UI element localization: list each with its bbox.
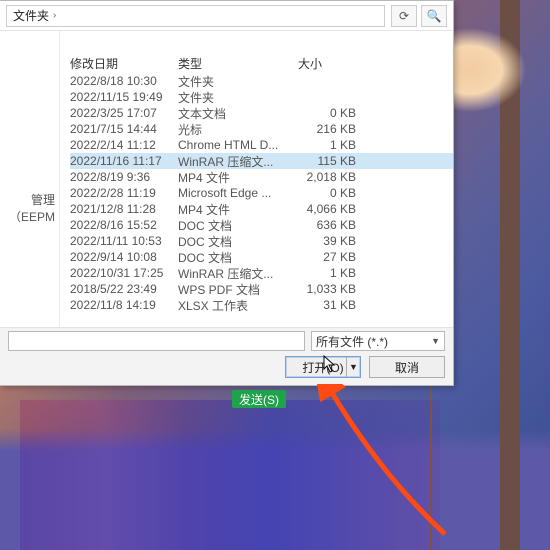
table-row[interactable]: 2022/11/15 19:49文件夹 [70, 89, 453, 105]
cell-date: 2022/10/31 17:25 [70, 266, 178, 280]
cell-type: Chrome HTML D... [178, 138, 298, 152]
table-row[interactable]: 2022/2/14 11:12Chrome HTML D...1 KB [70, 137, 453, 153]
table-row[interactable]: 2021/12/8 11:28MP4 文件4,066 KB [70, 201, 453, 217]
chevron-down-icon: ▼ [431, 336, 440, 346]
file-list-area: 修改日期 类型 大小 2022/8/18 10:30文件夹2022/11/15 … [60, 31, 453, 331]
cell-type: MP4 文件 [178, 201, 298, 218]
sidebar: 管理（EEPM [0, 31, 60, 331]
cell-size: 636 KB [298, 218, 360, 232]
filter-label: 所有文件 (*.*) [316, 333, 388, 350]
search-button[interactable]: 🔍 [421, 5, 447, 27]
send-button[interactable]: 发送(S) [232, 390, 286, 408]
cell-size: 0 KB [298, 106, 360, 120]
column-headers: 修改日期 类型 大小 [70, 55, 360, 72]
open-button[interactable]: 打开(O) ▼ [285, 356, 361, 378]
cell-type: WPS PDF 文档 [178, 281, 298, 298]
table-row[interactable]: 2022/3/25 17:07文本文档0 KB [70, 105, 453, 121]
cell-size: 216 KB [298, 122, 360, 136]
cell-date: 2022/8/16 15:52 [70, 218, 178, 232]
chevron-right-icon: › [53, 10, 56, 21]
cell-date: 2022/3/25 17:07 [70, 106, 178, 120]
table-row[interactable]: 2018/5/22 23:49WPS PDF 文档1,033 KB [70, 281, 453, 297]
header-type[interactable]: 类型 [178, 55, 298, 72]
cell-date: 2022/9/14 10:08 [70, 250, 178, 264]
cell-type: 文件夹 [178, 89, 298, 106]
cell-size: 1 KB [298, 266, 360, 280]
cell-date: 2022/2/28 11:19 [70, 186, 178, 200]
dialog-bottom: 所有文件 (*.*) ▼ 打开(O) ▼ 取消 [0, 327, 453, 385]
sidebar-item-label[interactable]: 管理（EEPM [9, 193, 55, 224]
cell-type: WinRAR 压缩文... [178, 265, 298, 282]
table-row[interactable]: 2022/9/14 10:08DOC 文档27 KB [70, 249, 453, 265]
cell-size: 1,033 KB [298, 282, 360, 296]
table-row[interactable]: 2022/11/16 11:17WinRAR 压缩文...115 KB [70, 153, 453, 169]
cell-date: 2022/11/8 14:19 [70, 298, 178, 312]
cancel-button[interactable]: 取消 [369, 356, 445, 378]
search-icon: 🔍 [427, 9, 442, 23]
cell-date: 2021/12/8 11:28 [70, 202, 178, 216]
cell-size: 31 KB [298, 298, 360, 312]
cell-type: MP4 文件 [178, 169, 298, 186]
cell-date: 2022/8/19 9:36 [70, 170, 178, 184]
cell-date: 2022/11/16 11:17 [70, 154, 178, 168]
cell-date: 2022/11/11 10:53 [70, 234, 178, 248]
open-button-dropdown[interactable]: ▼ [346, 357, 360, 377]
cell-size: 0 KB [298, 186, 360, 200]
table-row[interactable]: 2022/8/18 10:30文件夹 [70, 73, 453, 89]
dialog-toolbar: 文件夹 › ⟳ 🔍 [0, 1, 453, 31]
table-row[interactable]: 2022/2/28 11:19Microsoft Edge ...0 KB [70, 185, 453, 201]
table-row[interactable]: 2022/8/19 9:36MP4 文件2,018 KB [70, 169, 453, 185]
cell-type: XLSX 工作表 [178, 297, 298, 314]
cell-date: 2022/11/15 19:49 [70, 90, 178, 104]
file-open-dialog: 文件夹 › ⟳ 🔍 管理（EEPM 修改日期 类型 大小 2022/8/18 1… [0, 0, 454, 386]
breadcrumb-label: 文件夹 [13, 7, 49, 24]
filename-input[interactable] [8, 331, 305, 351]
cell-type: DOC 文档 [178, 217, 298, 234]
cell-date: 2018/5/22 23:49 [70, 282, 178, 296]
cell-size: 115 KB [298, 154, 360, 168]
send-button-label: 发送(S) [239, 391, 279, 408]
cell-size: 27 KB [298, 250, 360, 264]
cell-type: DOC 文档 [178, 233, 298, 250]
table-row[interactable]: 2021/7/15 14:44光标216 KB [70, 121, 453, 137]
table-row[interactable]: 2022/11/11 10:53DOC 文档39 KB [70, 233, 453, 249]
cell-size: 2,018 KB [298, 170, 360, 184]
table-row[interactable]: 2022/11/8 14:19XLSX 工作表31 KB [70, 297, 453, 313]
header-size[interactable]: 大小 [298, 55, 360, 72]
refresh-button[interactable]: ⟳ [391, 5, 417, 27]
cell-type: Microsoft Edge ... [178, 186, 298, 200]
cell-size: 1 KB [298, 138, 360, 152]
table-row[interactable]: 2022/8/16 15:52DOC 文档636 KB [70, 217, 453, 233]
cell-type: DOC 文档 [178, 249, 298, 266]
cell-date: 2022/8/18 10:30 [70, 74, 178, 88]
cancel-button-label: 取消 [395, 359, 419, 376]
breadcrumb[interactable]: 文件夹 › [6, 5, 385, 27]
cell-date: 2022/2/14 11:12 [70, 138, 178, 152]
cell-type: 文件夹 [178, 73, 298, 90]
cell-size: 4,066 KB [298, 202, 360, 216]
table-row[interactable]: 2022/10/31 17:25WinRAR 压缩文...1 KB [70, 265, 453, 281]
cell-size: 39 KB [298, 234, 360, 248]
header-date[interactable]: 修改日期 [70, 55, 178, 72]
cell-type: 光标 [178, 121, 298, 138]
cell-type: 文本文档 [178, 105, 298, 122]
cell-date: 2021/7/15 14:44 [70, 122, 178, 136]
cell-type: WinRAR 压缩文... [178, 153, 298, 170]
refresh-icon: ⟳ [399, 9, 409, 23]
file-type-filter[interactable]: 所有文件 (*.*) ▼ [311, 331, 445, 351]
file-rows: 2022/8/18 10:30文件夹2022/11/15 19:49文件夹202… [70, 73, 453, 313]
open-button-label: 打开(O) [302, 359, 343, 376]
